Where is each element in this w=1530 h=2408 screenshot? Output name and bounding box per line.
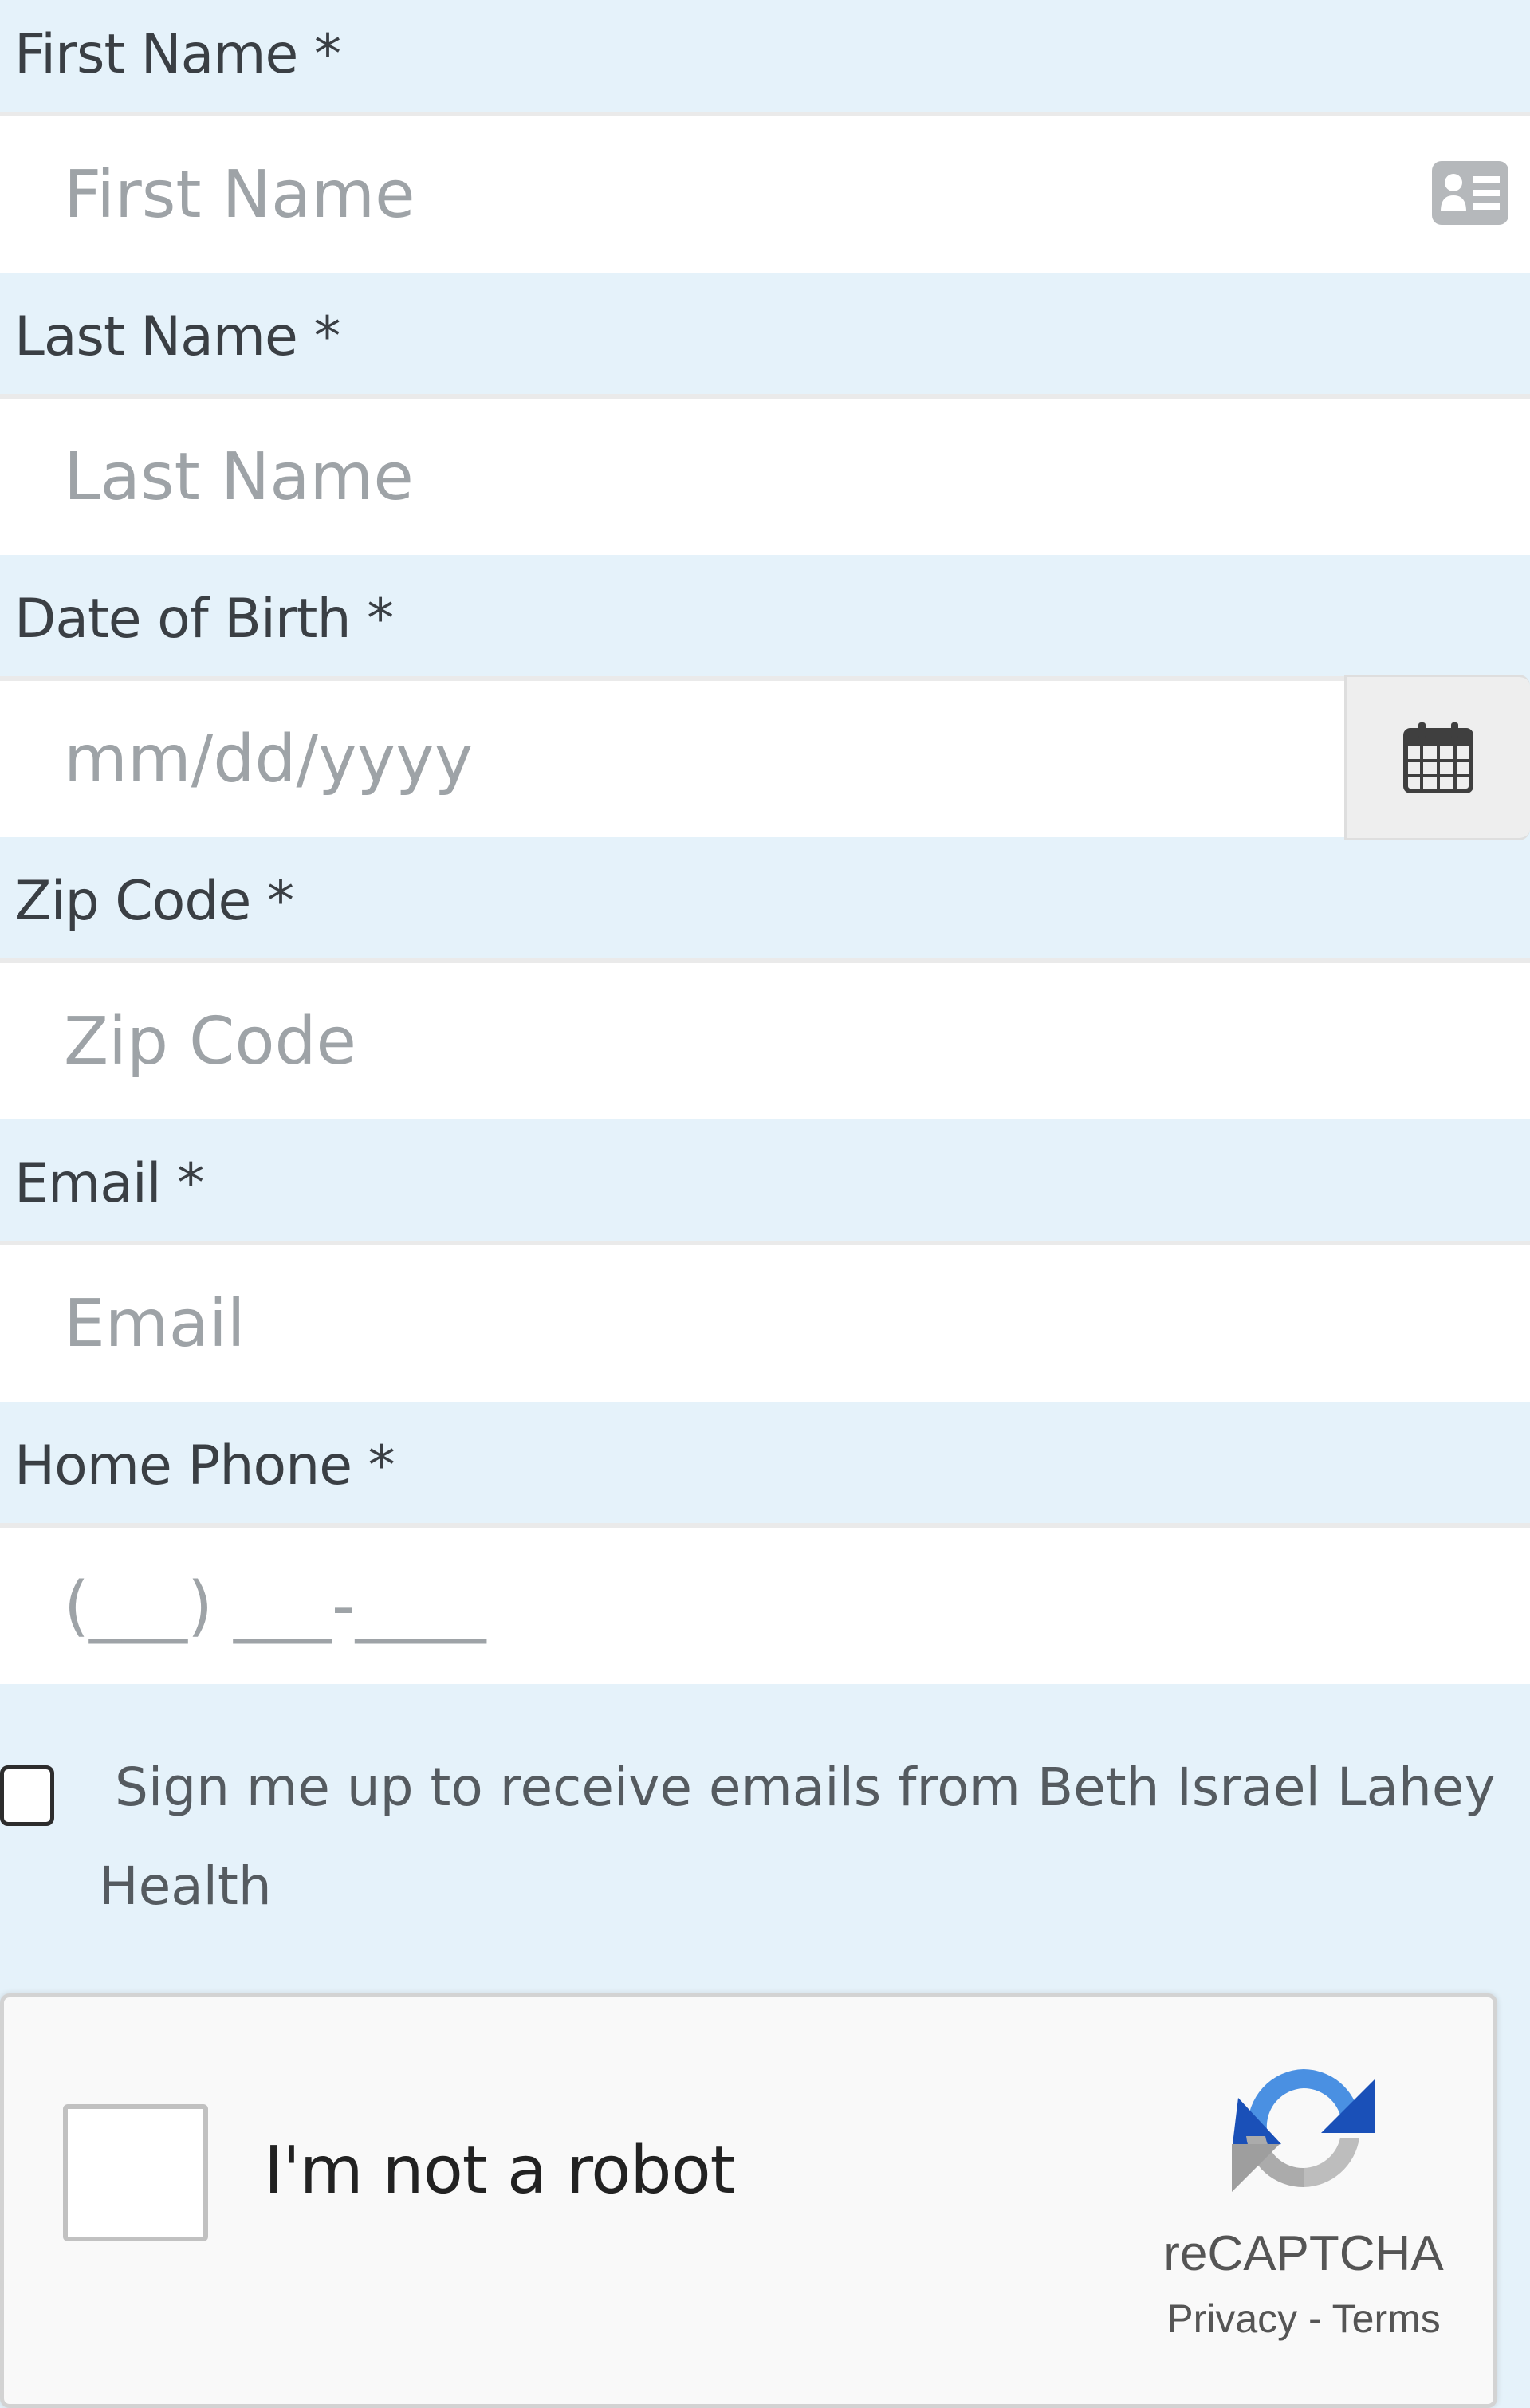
dob-calendar-button[interactable] [1344,675,1530,840]
recaptcha-label: I'm not a robot [264,2133,736,2209]
email-label: Email * [14,1151,204,1215]
contact-card-icon [1432,161,1508,225]
email-signup-row: Sign me up to receive emails from Beth I… [0,1754,1530,1977]
home-phone-input[interactable] [0,1523,1530,1684]
email-signup-label: Sign me up to receive emails from Beth I… [99,1757,1496,1917]
dob-label: Date of Birth * [14,587,394,651]
email-input[interactable] [0,1241,1530,1402]
recaptcha-link-separator: - [1297,2296,1332,2341]
recaptcha-privacy-link[interactable]: Privacy [1166,2296,1297,2341]
recaptcha-logo-icon [1232,2069,1375,2192]
recaptcha-widget: I'm not a robot reCAPTCHA Privacy - Term… [0,1993,1497,2408]
first-name-label: First Name * [14,22,341,86]
last-name-label: Last Name * [14,305,340,368]
zip-code-label: Zip Code * [14,869,294,933]
calendar-icon [1403,722,1473,793]
zip-code-input[interactable] [0,958,1530,1119]
home-phone-label: Home Phone * [14,1434,395,1497]
recaptcha-links: Privacy - Terms [1136,2296,1471,2342]
first-name-input[interactable] [0,112,1530,273]
contact-form: First Name * Last Name * Date of Birth * [0,0,1530,2408]
recaptcha-brand: reCAPTCHA [1163,2226,1444,2281]
last-name-input[interactable] [0,394,1530,555]
recaptcha-terms-link[interactable]: Terms [1332,2296,1441,2341]
recaptcha-checkbox[interactable] [63,2104,208,2241]
email-signup-checkbox[interactable] [0,1765,54,1826]
dob-input[interactable] [0,676,1344,837]
